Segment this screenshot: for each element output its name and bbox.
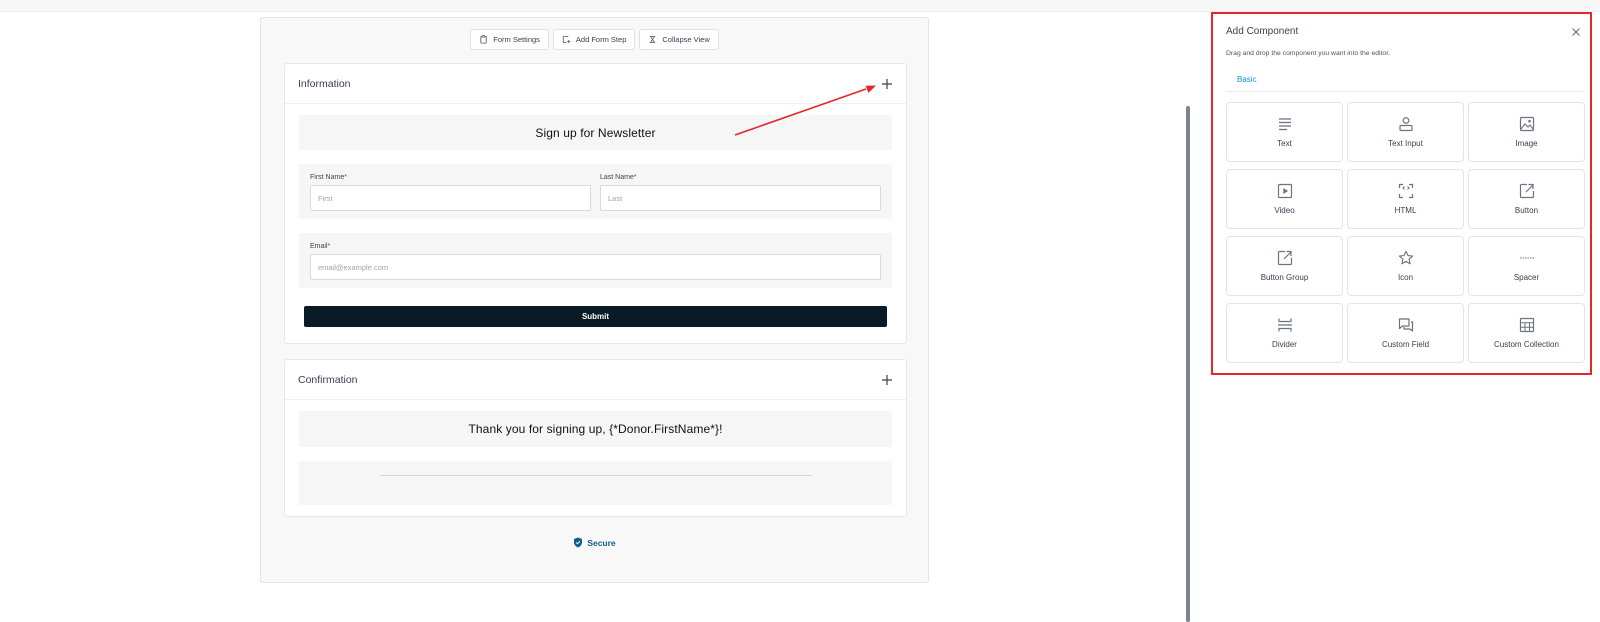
form-canvas: Form Settings Add Form Step Collapse Vie…	[260, 17, 929, 583]
email-label-text: Email	[310, 243, 328, 250]
custom-field-icon	[1398, 318, 1413, 332]
form-settings-label: Form Settings	[493, 35, 540, 44]
component-text-input[interactable]: Text Input	[1347, 102, 1464, 162]
clipboard-icon	[480, 35, 487, 44]
collapse-view-label: Collapse View	[662, 35, 710, 44]
component-html[interactable]: HTML	[1347, 169, 1464, 229]
panel-description: Drag and drop the component you want int…	[1226, 50, 1390, 57]
information-step: Information Sign up for Newsletter First…	[284, 63, 907, 344]
spacer-icon	[1519, 257, 1534, 259]
divider-icon	[1277, 318, 1292, 332]
component-video[interactable]: Video	[1226, 169, 1343, 229]
button-group-icon	[1277, 250, 1292, 266]
secure-label: Secure	[587, 537, 616, 548]
text-input-icon	[1398, 117, 1413, 132]
shield-icon	[574, 537, 583, 548]
component-custom-collection[interactable]: Custom Collection	[1468, 303, 1585, 363]
add-icon[interactable]	[881, 374, 893, 386]
email-label: Email*	[310, 243, 881, 250]
component-label: Custom Field	[1381, 340, 1430, 349]
required-mark: *	[633, 174, 637, 181]
add-form-step-button[interactable]: Add Form Step	[552, 29, 636, 50]
email-field-row: Email* email@example.com	[299, 233, 892, 288]
last-name-input[interactable]: Last	[600, 185, 881, 211]
tab-underline	[1226, 91, 1584, 92]
first-name-label: First Name*	[310, 174, 591, 181]
component-label: Custom Collection	[1494, 340, 1559, 349]
first-name-input[interactable]: First	[310, 185, 591, 211]
add-step-icon	[562, 35, 571, 44]
component-custom-field[interactable]: Custom Field	[1347, 303, 1464, 363]
first-name-label-text: First Name	[310, 174, 345, 181]
last-name-placeholder: Last	[608, 193, 623, 203]
name-field-row: First Name* First Last Name* Last	[299, 164, 892, 219]
component-image[interactable]: Image	[1468, 102, 1585, 162]
thank-you-banner: Thank you for signing up, {*Donor.FirstN…	[299, 411, 892, 447]
required-mark: *	[327, 243, 331, 250]
component-spacer[interactable]: Spacer	[1468, 236, 1585, 296]
video-icon	[1277, 183, 1292, 199]
component-button[interactable]: Button	[1468, 169, 1585, 229]
component-grid: Text Text Input Image Video HTML Button …	[1226, 102, 1585, 363]
text-icon	[1278, 118, 1291, 131]
confirmation-title: Confirmation	[298, 373, 358, 386]
form-settings-button[interactable]: Form Settings	[470, 29, 549, 50]
first-name-placeholder: First	[318, 193, 333, 203]
component-label: HTML	[1394, 206, 1417, 215]
component-text[interactable]: Text	[1226, 102, 1343, 162]
banner-title: Sign up for Newsletter	[535, 125, 656, 140]
email-field: Email* email@example.com	[310, 243, 881, 280]
panel-title: Add Component	[1226, 26, 1299, 37]
divider-line	[379, 474, 812, 476]
last-name-field: Last Name* Last	[600, 174, 881, 211]
star-icon	[1398, 250, 1413, 265]
add-component-panel: Add Component Drag and drop the componen…	[1211, 12, 1592, 375]
component-label: Text Input	[1388, 139, 1423, 148]
newsletter-banner: Sign up for Newsletter	[299, 115, 892, 150]
submit-button[interactable]: Submit	[304, 306, 887, 327]
divider-block	[299, 461, 892, 505]
collapse-icon	[650, 35, 656, 44]
collapse-view-button[interactable]: Collapse View	[639, 29, 719, 50]
component-label: Divider	[1272, 340, 1297, 349]
component-label: Button Group	[1260, 273, 1309, 282]
scrollbar[interactable]	[1186, 106, 1190, 622]
secure-badge: Secure	[261, 537, 928, 548]
component-icon[interactable]: Icon	[1347, 236, 1464, 296]
required-mark: *	[344, 174, 347, 181]
button-icon	[1519, 183, 1534, 199]
component-label: Text	[1277, 139, 1292, 148]
close-icon[interactable]	[1571, 27, 1581, 37]
component-button-group[interactable]: Button Group	[1226, 236, 1343, 296]
confirmation-header: Confirmation	[285, 360, 906, 400]
component-label: Video	[1274, 206, 1295, 215]
last-name-label: Last Name*	[600, 174, 881, 181]
component-label: Image	[1515, 139, 1538, 148]
information-header: Information	[285, 64, 906, 104]
image-icon	[1519, 116, 1534, 132]
component-divider[interactable]: Divider	[1226, 303, 1343, 363]
last-name-label-text: Last Name	[600, 174, 634, 181]
first-name-field: First Name* First	[310, 174, 591, 211]
email-input[interactable]: email@example.com	[310, 254, 881, 280]
thank-you-message: Thank you for signing up, {*Donor.FirstN…	[468, 422, 723, 436]
information-title: Information	[298, 77, 351, 90]
add-form-step-label: Add Form Step	[575, 35, 627, 44]
component-label: Button	[1514, 206, 1539, 215]
tab-basic[interactable]: Basic	[1226, 75, 1406, 92]
email-placeholder: email@example.com	[318, 262, 389, 272]
confirmation-step: Confirmation Thank you for signing up, {…	[284, 359, 907, 517]
top-strip	[0, 0, 1600, 12]
form-toolbar: Form Settings Add Form Step Collapse Vie…	[261, 29, 928, 50]
table-icon	[1519, 317, 1534, 333]
component-label: Spacer	[1513, 273, 1540, 282]
html-icon	[1398, 183, 1413, 199]
component-label: Icon	[1397, 273, 1414, 282]
add-icon[interactable]	[881, 78, 893, 90]
